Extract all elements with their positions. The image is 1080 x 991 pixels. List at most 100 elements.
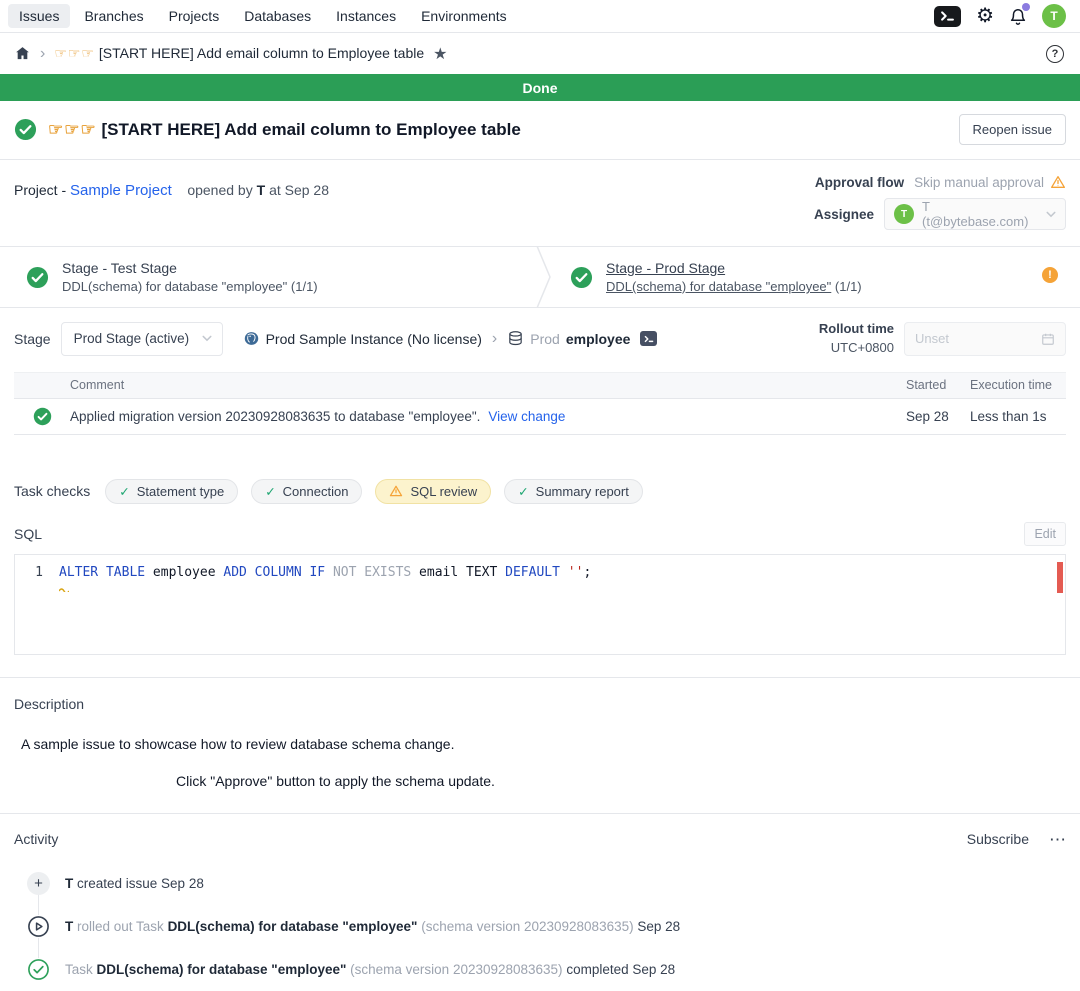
nav-item-instances[interactable]: Instances [325, 4, 407, 28]
execution-time-cell: Less than 1s [970, 409, 1066, 424]
reopen-issue-button[interactable]: Reopen issue [959, 114, 1067, 145]
activity-text: T created issue Sep 28 [65, 876, 204, 891]
chevron-down-icon [202, 335, 212, 342]
sql-terminal-icon[interactable] [934, 6, 961, 27]
nav-item-issues[interactable]: Issues [8, 4, 70, 28]
calendar-icon [1041, 332, 1055, 346]
stage-pipeline: Stage - Test Stage DDL(schema) for datab… [0, 246, 1080, 308]
more-options-icon[interactable]: ⋯ [1049, 831, 1066, 848]
nav-item-databases[interactable]: Databases [233, 4, 322, 28]
activity-label: Activity [14, 831, 967, 847]
breadcrumb-title: ☞☞☞ [START HERE] Add email column to Emp… [54, 45, 424, 62]
subscribe-button[interactable]: Subscribe [967, 831, 1029, 847]
editor-overview-marker [1057, 562, 1063, 593]
line-number: 1 [15, 565, 59, 580]
status-banner: Done [0, 74, 1080, 101]
stage-toolbar: Stage Prod Stage (active) Prod Sample In… [0, 308, 1080, 368]
assignee-row: Assignee T T (t@bytebase.com) [814, 198, 1066, 230]
database-icon [507, 330, 524, 347]
sql-label: SQL [14, 526, 42, 542]
user-avatar[interactable]: T [1042, 4, 1066, 28]
home-icon[interactable] [14, 45, 31, 62]
task-checks-label: Task checks [14, 483, 90, 499]
opener-name: T [257, 182, 266, 198]
stage-select[interactable]: Prod Stage (active) [61, 322, 223, 356]
sql-header: SQL Edit [0, 504, 1080, 554]
help-icon[interactable]: ? [1046, 45, 1064, 63]
stage-separator [536, 246, 552, 308]
task-check-pills: ✓Statement type ✓Connection SQL review ✓Sum… [105, 479, 643, 504]
task-checks: Task checks ✓Statement type ✓Connection SQ… [14, 479, 1066, 504]
nav-item-projects[interactable]: Projects [158, 4, 231, 28]
notification-bell-icon[interactable] [1009, 7, 1027, 26]
nav-right-icons: ⚙ T [934, 4, 1066, 28]
open-sql-editor-icon[interactable] [640, 331, 657, 346]
project-link[interactable]: Sample Project [70, 182, 172, 199]
description-section: Description A sample issue to showcase h… [0, 678, 1080, 813]
stage-label: Stage [14, 331, 51, 347]
assignee-avatar: T [894, 204, 914, 224]
pointer-emoji: ☞☞☞ [48, 120, 97, 139]
issue-title: ☞☞☞ [START HERE] Add email column to Emp… [48, 120, 948, 140]
task-run-table: Comment Started Execution time Applied m… [14, 372, 1066, 435]
check-circle-icon [27, 958, 50, 981]
stage-check-icon [570, 266, 593, 289]
activity-item: Task DDL(schema) for database "employee"… [14, 948, 1066, 991]
pointer-emoji: ☞☞☞ [54, 45, 95, 61]
issue-done-check-icon [14, 118, 37, 141]
nav-item-branches[interactable]: Branches [73, 4, 154, 28]
sql-statement: ALTER TABLE employee ADD COLUMN IF NOT E… [59, 565, 591, 580]
chevron-down-icon [1046, 211, 1056, 218]
stage-tab-prod[interactable]: Stage - Prod Stage DDL(schema) for datab… [552, 247, 1080, 307]
sql-code-line: 1 ALTER TABLE employee ADD COLUMN IF NOT… [15, 565, 1065, 580]
view-change-link[interactable]: View change [488, 409, 565, 424]
check-icon: ✓ [265, 484, 275, 499]
gear-icon[interactable]: ⚙ [976, 6, 994, 26]
migration-comment: Applied migration version 20230928083635… [70, 409, 480, 424]
issue-title-row: ☞☞☞ [START HERE] Add email column to Emp… [0, 101, 1080, 159]
issue-meta: Project - Sample Project opened by T at … [0, 160, 1080, 246]
nav-item-environments[interactable]: Environments [410, 4, 518, 28]
table-header: Comment Started Execution time [14, 372, 1066, 399]
task-check-statement-type[interactable]: ✓Statement type [105, 479, 238, 504]
assignee-select[interactable]: T T (t@bytebase.com) [884, 198, 1066, 230]
main-nav: IssuesBranchesProjectsDatabasesInstances… [8, 4, 518, 28]
warning-triangle-icon [389, 484, 403, 498]
stage-check-icon [26, 266, 49, 289]
table-row: Applied migration version 20230928083635… [14, 399, 1066, 435]
stage-tab-test[interactable]: Stage - Test Stage DDL(schema) for datab… [0, 247, 536, 307]
approval-flow-row: Approval flow Skip manual approval [815, 174, 1066, 190]
database-breadcrumb[interactable]: Prod employee [507, 330, 630, 347]
rollout-time-block: Rollout time UTC+0800 [819, 320, 894, 358]
play-circle-icon [27, 915, 50, 938]
rollout-time-input[interactable]: Unset [904, 322, 1066, 356]
activity-list: + T created issue Sep 28 T rolled out Task… [14, 862, 1066, 991]
task-check-connection[interactable]: ✓Connection [251, 479, 362, 504]
sql-edit-button[interactable]: Edit [1024, 522, 1066, 546]
description-line: A sample issue to showcase how to review… [21, 736, 1066, 752]
top-navigation: IssuesBranchesProjectsDatabasesInstances… [0, 0, 1080, 33]
star-icon[interactable]: ★ [433, 44, 447, 64]
sql-editor: 1 ALTER TABLE employee ADD COLUMN IF NOT… [14, 554, 1066, 655]
breadcrumb: › ☞☞☞ [START HERE] Add email column to E… [0, 33, 1080, 74]
sql-warning-squiggle-icon [59, 581, 69, 596]
notification-dot [1022, 3, 1030, 11]
started-cell: Sep 28 [906, 409, 970, 424]
chevron-right-icon: › [492, 331, 497, 347]
task-check-sql-review[interactable]: SQL review [375, 479, 491, 504]
chevron-right-icon: › [40, 46, 45, 62]
warning-triangle-icon [1050, 174, 1066, 190]
activity-item: T rolled out Task DDL(schema) for databa… [14, 905, 1066, 948]
instance-breadcrumb[interactable]: Prod Sample Instance (No license) [243, 330, 482, 347]
postgres-icon [243, 330, 260, 347]
stage-alert-icon: ! [1042, 267, 1058, 283]
row-success-icon [33, 407, 52, 426]
check-icon: ✓ [518, 484, 528, 499]
task-check-summary-report[interactable]: ✓Summary report [504, 479, 643, 504]
plus-icon: + [27, 872, 50, 895]
description-line: Click "Approve" button to apply the sche… [176, 773, 1066, 789]
description-label: Description [14, 696, 1066, 712]
project-line: Project - Sample Project opened by T at … [14, 174, 329, 230]
activity-text: T rolled out Task DDL(schema) for databa… [65, 919, 680, 934]
check-icon: ✓ [119, 484, 129, 499]
